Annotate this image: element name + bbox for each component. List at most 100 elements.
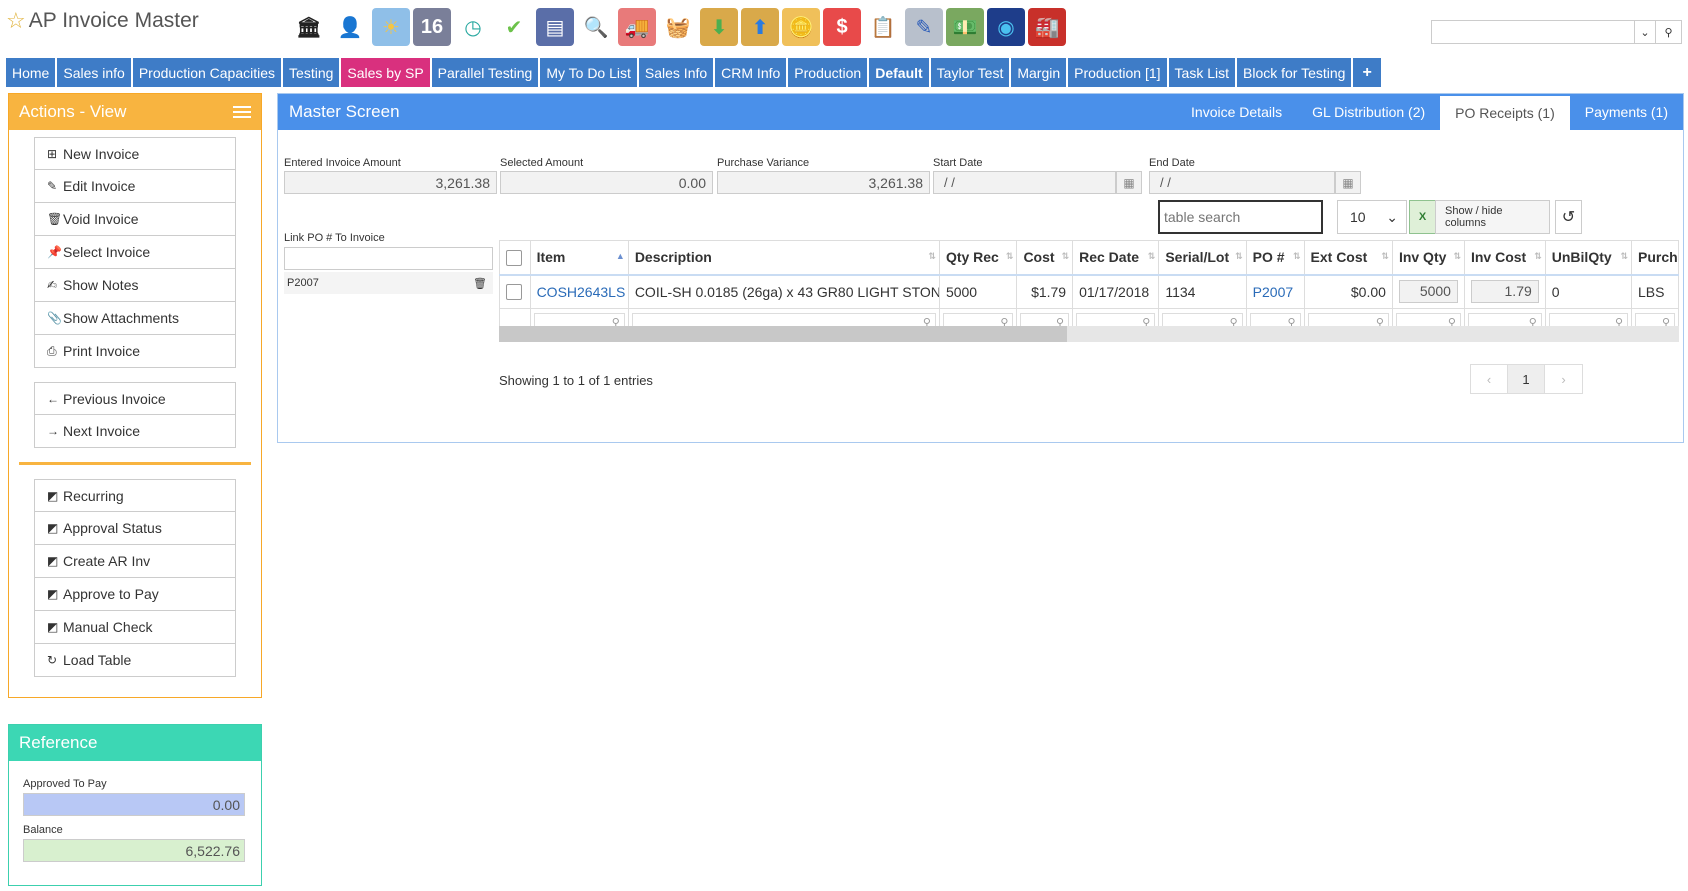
inv-qty-input[interactable]: 5000 bbox=[1398, 280, 1458, 304]
clipboard-icon[interactable]: 📋 bbox=[864, 8, 902, 46]
column-header-item[interactable]: Item ▲ bbox=[529, 240, 629, 276]
new-invoice-button[interactable]: ⊞ New Invoice bbox=[34, 137, 236, 170]
manual-check-button[interactable]: ◩ Manual Check bbox=[34, 611, 236, 644]
start-date-calendar-icon[interactable]: ▦ bbox=[1116, 171, 1142, 194]
pencil-doc-icon[interactable]: ✎ bbox=[905, 8, 943, 46]
checkmark-icon[interactable]: ✔ bbox=[495, 8, 533, 46]
edit-invoice-button[interactable]: ✎ Edit Invoice bbox=[34, 170, 236, 203]
link-po-input[interactable] bbox=[284, 247, 493, 270]
tab-home[interactable]: Home bbox=[6, 58, 56, 87]
coins-icon[interactable]: 🪙 bbox=[782, 8, 820, 46]
master-tab-po-receipts-1[interactable]: PO Receipts (1) bbox=[1440, 96, 1570, 130]
select-invoice-button[interactable]: 📌 Select Invoice bbox=[34, 236, 236, 269]
column-header-inv-qty[interactable]: Inv Qty ⇅ bbox=[1391, 240, 1465, 276]
weather-icon[interactable]: ☀ bbox=[372, 8, 410, 46]
search-icon[interactable]: ⚲ bbox=[1656, 20, 1682, 44]
star-icon[interactable]: ☆ bbox=[6, 8, 26, 34]
sort-icon: ⇅ bbox=[1147, 251, 1156, 261]
pagination-next[interactable]: › bbox=[1545, 365, 1582, 393]
disk-icon[interactable]: ◉ bbox=[987, 8, 1025, 46]
basket-icon[interactable]: 🧺 bbox=[659, 8, 697, 46]
column-header-rec-date[interactable]: Rec Date ⇅ bbox=[1072, 240, 1160, 276]
bank-icon[interactable]: 🏛 bbox=[290, 8, 328, 46]
calendar-16-icon[interactable]: 16 bbox=[413, 8, 451, 46]
clock-icon[interactable]: ◷ bbox=[454, 8, 492, 46]
sort-icon: ⇅ bbox=[1061, 251, 1070, 261]
show-attachments-button[interactable]: 📎 Show Attachments bbox=[34, 302, 236, 335]
select-all-checkbox[interactable] bbox=[506, 249, 522, 266]
print-invoice-button[interactable]: ⎙ Print Invoice bbox=[34, 335, 236, 368]
tab-block-for-testing[interactable]: Block for Testing bbox=[1237, 58, 1352, 87]
truck-icon[interactable]: 🚚 bbox=[618, 8, 656, 46]
tab-production[interactable]: Production bbox=[788, 58, 868, 87]
chevron-down-icon[interactable]: ⌄ bbox=[1634, 20, 1656, 44]
magnifier-icon[interactable]: 🔍 bbox=[577, 8, 615, 46]
void-invoice-button[interactable]: 🗑 Void Invoice bbox=[34, 203, 236, 236]
column-header-description[interactable]: Description ⇅ bbox=[627, 240, 940, 276]
excel-export-icon[interactable]: X bbox=[1409, 200, 1436, 234]
tab-production-capacities[interactable]: Production Capacities bbox=[132, 58, 282, 87]
master-tab-invoice-details[interactable]: Invoice Details bbox=[1176, 94, 1297, 130]
sort-icon: ⇅ bbox=[1453, 251, 1461, 261]
horizontal-scrollbar-thumb[interactable] bbox=[499, 326, 1067, 342]
master-header: Master Screen Invoice Details GL Distribu… bbox=[278, 94, 1683, 130]
end-date-calendar-icon[interactable]: ▦ bbox=[1335, 171, 1361, 194]
approval-status-button[interactable]: ◩ Approval Status bbox=[34, 512, 236, 545]
reload-icon[interactable]: ↺ bbox=[1555, 200, 1582, 234]
tab-default[interactable]: Default bbox=[869, 58, 929, 87]
page-length-select[interactable]: 10 ⌄ bbox=[1337, 200, 1407, 234]
cash-icon[interactable]: 💵 bbox=[946, 8, 984, 46]
tab-my-to-do-list[interactable]: My To Do List bbox=[540, 58, 637, 87]
add-tab-button[interactable]: + bbox=[1353, 58, 1381, 87]
tab-production-1[interactable]: Production [1] bbox=[1068, 58, 1167, 87]
column-header-unbilqty[interactable]: UnBilQty ⇅ bbox=[1544, 240, 1633, 276]
recurring-button[interactable]: ◩ Recurring bbox=[34, 479, 236, 512]
pagination-page-1[interactable]: 1 bbox=[1508, 365, 1545, 393]
load-table-button[interactable]: ↻ Load Table bbox=[34, 644, 236, 677]
column-header-qty-rec[interactable]: Qty Rec ⇅ bbox=[938, 240, 1018, 276]
column-header-cost[interactable]: Cost ⇅ bbox=[1016, 240, 1074, 276]
next-invoice-button[interactable]: → Next Invoice bbox=[34, 415, 236, 448]
tab-task-list[interactable]: Task List bbox=[1168, 58, 1235, 87]
main-tabs: Home Sales info Production Capacities Testi… bbox=[6, 58, 1381, 87]
master-tab-payments-1[interactable]: Payments (1) bbox=[1570, 94, 1683, 130]
outbox-upload-icon[interactable]: ⬆ bbox=[741, 8, 779, 46]
tab-parallel-testing[interactable]: Parallel Testing bbox=[431, 58, 539, 87]
column-header-po[interactable]: PO # ⇅ bbox=[1245, 240, 1305, 276]
pagination-prev[interactable]: ‹ bbox=[1471, 365, 1508, 393]
keyboard-icon[interactable]: ▤ bbox=[536, 8, 574, 46]
tab-margin[interactable]: Margin bbox=[1011, 58, 1067, 87]
tab-sales-info[interactable]: Sales Info bbox=[638, 58, 714, 87]
trash-icon[interactable]: 🗑 bbox=[473, 277, 487, 290]
previous-invoice-button[interactable]: ← Previous Invoice bbox=[34, 382, 236, 415]
end-date-field[interactable]: / / bbox=[1149, 171, 1335, 194]
table-search-input[interactable] bbox=[1158, 200, 1323, 234]
row-checkbox[interactable] bbox=[506, 284, 522, 301]
tab-sales-info[interactable]: Sales info bbox=[57, 58, 131, 87]
show-notes-button[interactable]: ✍ Show Notes bbox=[34, 269, 236, 302]
column-header-inv-cost[interactable]: Inv Cost ⇅ bbox=[1463, 240, 1546, 276]
dollar-chat-icon[interactable]: $ bbox=[823, 8, 861, 46]
tab-taylor-test[interactable]: Taylor Test bbox=[930, 58, 1010, 87]
master-tab-gl-distribution-2[interactable]: GL Distribution (2) bbox=[1297, 94, 1440, 130]
horizontal-scrollbar[interactable] bbox=[499, 326, 1679, 342]
create-ar-inv-button[interactable]: ◩ Create AR Inv bbox=[34, 545, 236, 578]
item-link[interactable]: COSH2643LS bbox=[537, 284, 626, 300]
hamburger-menu-icon[interactable] bbox=[233, 103, 251, 121]
tab-testing[interactable]: Testing bbox=[283, 58, 340, 87]
column-header-serial-lot[interactable]: Serial/Lot ⇅ bbox=[1158, 240, 1247, 276]
approve-to-pay-button[interactable]: ◩ Approve to Pay bbox=[34, 578, 236, 611]
po-link[interactable]: P2007 bbox=[1253, 284, 1293, 300]
column-header-ext-cost[interactable]: Ext Cost ⇅ bbox=[1303, 240, 1393, 276]
column-header-purcha[interactable]: Purcha bbox=[1631, 240, 1679, 276]
new-invoice-label: New Invoice bbox=[63, 145, 140, 162]
global-search-input[interactable] bbox=[1431, 20, 1634, 44]
inbox-download-icon[interactable]: ⬇ bbox=[700, 8, 738, 46]
user-icon[interactable]: 👤 bbox=[331, 8, 369, 46]
start-date-field[interactable]: / / bbox=[933, 171, 1116, 194]
inv-cost-input[interactable]: 1.79 bbox=[1470, 280, 1539, 304]
tab-sales-by-sp[interactable]: Sales by SP bbox=[341, 58, 430, 87]
tab-crm-info[interactable]: CRM Info bbox=[715, 58, 787, 87]
show-hide-columns-button[interactable]: Show / hide columns bbox=[1435, 200, 1550, 234]
factory-icon[interactable]: 🏭 bbox=[1028, 8, 1066, 46]
